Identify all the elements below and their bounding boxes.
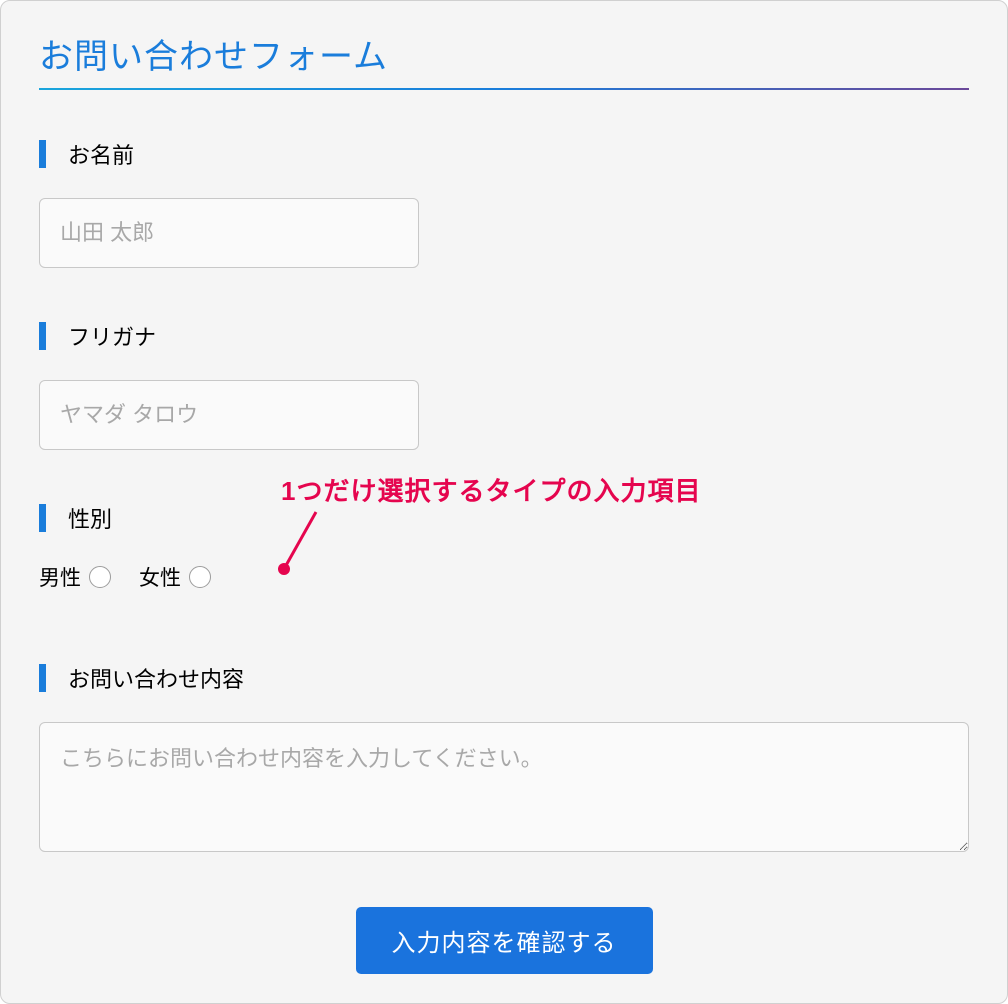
gender-field-group: 性別 男性 女性 bbox=[39, 502, 969, 592]
furigana-input[interactable] bbox=[39, 380, 419, 450]
label-bar-icon bbox=[39, 664, 46, 692]
gender-male-item: 男性 bbox=[39, 562, 111, 592]
title-underline bbox=[39, 88, 969, 90]
inquiry-field-label: お問い合わせ内容 bbox=[39, 662, 969, 694]
label-bar-icon bbox=[39, 140, 46, 168]
submit-wrap: 入力内容を確認する bbox=[39, 907, 969, 974]
furigana-field-group: フリガナ bbox=[39, 320, 969, 450]
inquiry-label-text: お問い合わせ内容 bbox=[68, 662, 244, 694]
gender-female-radio[interactable] bbox=[189, 566, 211, 588]
inquiry-field-group: お問い合わせ内容 bbox=[39, 662, 969, 857]
gender-male-radio[interactable] bbox=[89, 566, 111, 588]
gender-radio-group: 男性 女性 bbox=[39, 562, 969, 592]
gender-male-label: 男性 bbox=[39, 562, 81, 592]
label-bar-icon bbox=[39, 322, 46, 350]
gender-field-label: 性別 bbox=[39, 502, 969, 534]
furigana-field-label: フリガナ bbox=[39, 320, 969, 352]
name-field-label: お名前 bbox=[39, 138, 969, 170]
name-field-group: お名前 bbox=[39, 138, 969, 268]
form-container: お問い合わせフォーム お名前 フリガナ 性別 男性 女性 bbox=[0, 0, 1008, 1004]
name-label-text: お名前 bbox=[68, 138, 134, 170]
name-input[interactable] bbox=[39, 198, 419, 268]
label-bar-icon bbox=[39, 504, 46, 532]
gender-female-item: 女性 bbox=[139, 562, 211, 592]
form-title: お問い合わせフォーム bbox=[39, 29, 969, 88]
furigana-label-text: フリガナ bbox=[68, 320, 156, 352]
gender-label-text: 性別 bbox=[68, 502, 112, 534]
submit-button[interactable]: 入力内容を確認する bbox=[356, 907, 653, 974]
inquiry-textarea[interactable] bbox=[39, 722, 969, 852]
gender-female-label: 女性 bbox=[139, 562, 181, 592]
